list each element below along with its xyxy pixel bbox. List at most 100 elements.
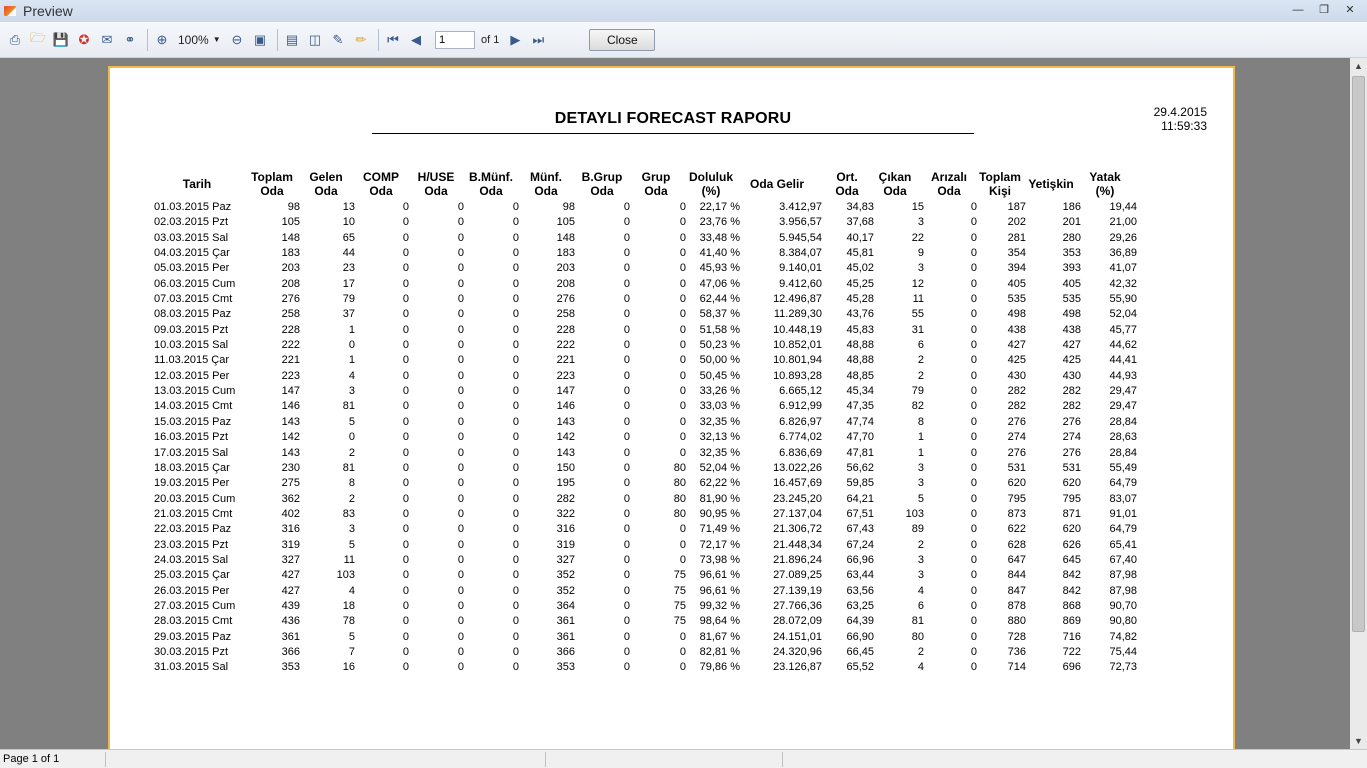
cell-h-use-oda: 0 <box>457 538 464 551</box>
maximize-icon[interactable]: ❐ <box>1311 2 1337 19</box>
cell-tarih: 19.03.2015 Per <box>154 477 230 490</box>
cell-grup-oda: 0 <box>679 216 686 229</box>
cell-m-nf-oda: 147 <box>556 385 575 398</box>
cell-yatak: 74,82 <box>1109 630 1137 643</box>
cell-yeti-kin: 722 <box>1062 645 1081 658</box>
cell-toplam-ki-i: 405 <box>1007 277 1026 290</box>
cell-toplam-oda: 105 <box>281 216 300 229</box>
table-row: 20.03.2015 Cum 362 2 0 0 0 282 0 80 81,90 % 23.245… <box>110 492 1237 507</box>
watermark-icon[interactable]: ✏ <box>351 30 371 50</box>
cell-gelen-oda: 83 <box>342 507 355 520</box>
cell-comp-oda: 0 <box>402 415 409 428</box>
cell-m-nf-oda: 364 <box>556 599 575 612</box>
scroll-down-icon[interactable]: ▼ <box>1350 733 1367 749</box>
cell-ar-zal-oda: 0 <box>970 599 977 612</box>
cell-toplam-oda: 353 <box>281 661 300 674</box>
cell-toplam-oda: 361 <box>281 630 300 643</box>
cell-toplam-ki-i: 276 <box>1007 446 1026 459</box>
zoom-in-icon[interactable]: ⊕ <box>152 30 172 50</box>
cell-toplam-ki-i: 425 <box>1007 354 1026 367</box>
cell-b-m-nf-oda: 0 <box>512 323 519 336</box>
cell-tarih: 25.03.2015 Çar <box>154 569 230 582</box>
cell-h-use-oda: 0 <box>457 231 464 244</box>
background-icon[interactable]: ✎ <box>328 30 348 50</box>
page-status: Page 1 of 1 <box>3 753 60 765</box>
cell-ar-zal-oda: 0 <box>970 415 977 428</box>
cell-m-nf-oda: 222 <box>556 339 575 352</box>
table-row: 14.03.2015 Cmt 146 81 0 0 0 146 0 0 33,03 % 6.912,… <box>110 399 1237 414</box>
report-time: 11:59:33 <box>1161 119 1207 133</box>
find-icon[interactable]: ⚭ <box>120 30 140 50</box>
cell-ort-oda: 66,96 <box>846 553 874 566</box>
save-icon[interactable]: 💾 <box>51 30 71 50</box>
cell-ar-zal-oda: 0 <box>970 247 977 260</box>
cell-toplam-oda: 276 <box>281 293 300 306</box>
cell-toplam-oda: 402 <box>281 507 300 520</box>
cell-gelen-oda: 11 <box>343 553 355 566</box>
cell-toplam-ki-i: 498 <box>1007 308 1026 321</box>
page-number-input[interactable]: 1 <box>435 30 475 49</box>
scrollbar-thumb[interactable] <box>1352 76 1365 632</box>
open-icon[interactable]: 🗁 <box>28 30 48 50</box>
cell-ar-zal-oda: 0 <box>970 323 977 336</box>
cell-oda-gelir: 23.126,87 <box>773 661 822 674</box>
cell-kan-oda: 2 <box>917 538 924 551</box>
cell-ar-zal-oda: 0 <box>970 477 977 490</box>
next-page-icon[interactable]: ▶ <box>505 30 525 50</box>
report-datetime: 29.4.2015 11:59:33 <box>1154 105 1207 133</box>
cell-b-m-nf-oda: 0 <box>512 615 519 628</box>
cell-yeti-kin: 620 <box>1062 523 1081 536</box>
cell-ar-zal-oda: 0 <box>970 201 977 213</box>
minimize-icon[interactable]: — <box>1285 2 1311 19</box>
cell-comp-oda: 0 <box>402 262 409 275</box>
cell-h-use-oda: 0 <box>457 446 464 459</box>
fit-page-icon[interactable]: ▣ <box>250 30 270 50</box>
cell-gelen-oda: 4 <box>348 584 355 597</box>
table-row: 22.03.2015 Paz 316 3 0 0 0 316 0 0 71,49 % 21.306,… <box>110 522 1237 537</box>
cell-doluluk: 50,00 % <box>699 354 740 367</box>
cell-yatak: 28,84 <box>1109 446 1137 459</box>
table-row: 04.03.2015 Çar 183 44 0 0 0 183 0 0 41,40 % 8.384,… <box>110 246 1237 261</box>
single-page-icon[interactable]: ▤ <box>282 30 302 50</box>
cell-tarih: 27.03.2015 Cum <box>154 599 236 612</box>
cell-yatak: 72,73 <box>1109 661 1137 674</box>
cell-b-grup-oda: 0 <box>623 369 630 382</box>
cell-m-nf-oda: 352 <box>556 569 575 582</box>
cell-toplam-ki-i: 628 <box>1007 538 1026 551</box>
zoom-out-icon[interactable]: ⊖ <box>227 30 247 50</box>
cell-tarih: 17.03.2015 Sal <box>154 446 229 459</box>
cell-kan-oda: 3 <box>917 461 924 474</box>
cell-ort-oda: 40,17 <box>846 231 874 244</box>
cell-grup-oda: 0 <box>679 446 686 459</box>
first-page-icon[interactable]: ⏮ <box>383 30 403 50</box>
cell-ar-zal-oda: 0 <box>970 523 977 536</box>
cell-comp-oda: 0 <box>402 293 409 306</box>
cell-ar-zal-oda: 0 <box>970 339 977 352</box>
zoom-select[interactable]: 100% ▼ <box>175 30 223 50</box>
pdf-icon[interactable]: ✪ <box>74 30 94 50</box>
cell-doluluk: 50,45 % <box>699 369 740 382</box>
cell-b-grup-oda: 0 <box>623 323 630 336</box>
chevron-down-icon: ▼ <box>212 35 221 44</box>
last-page-icon[interactable]: ⏭ <box>528 30 548 50</box>
scroll-up-icon[interactable]: ▲ <box>1350 58 1367 74</box>
cell-yatak: 42,32 <box>1109 277 1137 290</box>
cell-b-m-nf-oda: 0 <box>512 477 519 490</box>
cell-m-nf-oda: 276 <box>556 293 575 306</box>
table-row: 26.03.2015 Per 427 4 0 0 0 352 0 75 96,61 % 27.139… <box>110 584 1237 599</box>
email-icon[interactable]: ✉ <box>97 30 117 50</box>
cell-b-m-nf-oda: 0 <box>512 461 519 474</box>
cell-ar-zal-oda: 0 <box>970 262 977 275</box>
cell-oda-gelir: 5.945,54 <box>779 231 822 244</box>
prev-page-icon[interactable]: ◀ <box>406 30 426 50</box>
cell-oda-gelir: 21.896,24 <box>773 553 822 566</box>
vertical-scrollbar[interactable]: ▲ ▼ <box>1350 58 1367 749</box>
table-row: 02.03.2015 Pzt 105 10 0 0 0 105 0 0 23,76 % 3.956,… <box>110 215 1237 230</box>
preview-viewport[interactable]: 29.4.2015 11:59:33 DETAYLI FORECAST RAPO… <box>0 58 1350 749</box>
close-icon[interactable]: ✕ <box>1337 2 1363 19</box>
close-button[interactable]: Close <box>589 28 656 51</box>
multi-page-icon[interactable]: ◫ <box>305 30 325 50</box>
print-icon[interactable]: ⎙ <box>5 30 25 50</box>
table-row: 03.03.2015 Sal 148 65 0 0 0 148 0 0 33,48 % 5.945,… <box>110 231 1237 246</box>
cell-ort-oda: 45,02 <box>846 262 874 275</box>
